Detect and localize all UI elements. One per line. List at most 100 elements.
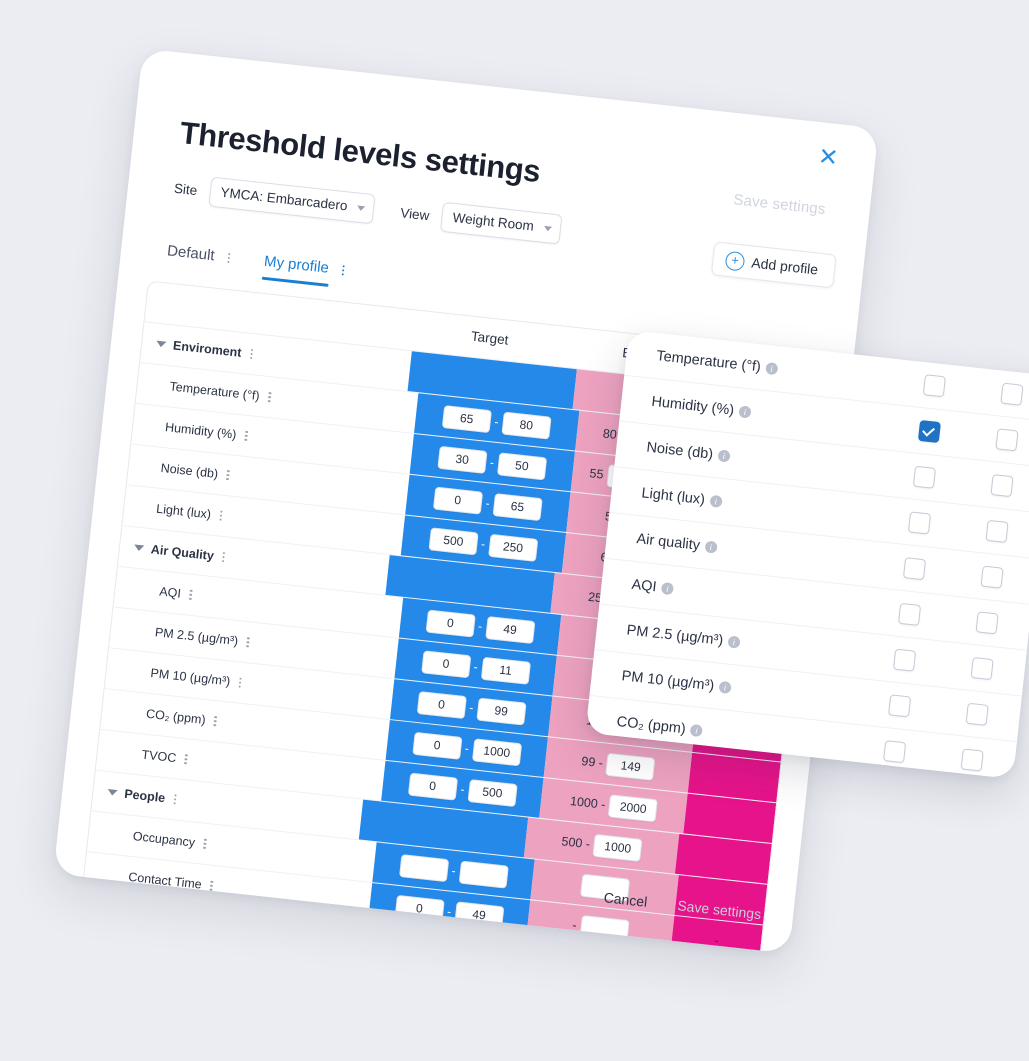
kebab-menu-icon[interactable]: [337, 263, 348, 278]
target-min-input[interactable]: [389, 935, 441, 954]
plus-circle-icon: +: [724, 250, 746, 272]
caret-down-icon[interactable]: [107, 788, 118, 797]
kebab-menu-icon[interactable]: [206, 879, 217, 894]
boundary-input[interactable]: 1000: [592, 833, 643, 862]
info-icon[interactable]: i: [765, 361, 779, 375]
target-max-input[interactable]: 99: [476, 697, 527, 726]
kebab-menu-icon[interactable]: [246, 347, 257, 362]
row-label-cell: % of Time in Dwell: [74, 934, 364, 953]
chevron-down-icon: [543, 225, 552, 232]
target-min-input[interactable]: 0: [407, 772, 458, 801]
metric-label: PM 2.5 (µg/m³): [625, 622, 724, 649]
info-icon[interactable]: i: [660, 581, 675, 595]
boundary-input[interactable]: [579, 914, 630, 943]
metric-label: Temperature (°f): [655, 347, 762, 375]
kebab-menu-icon[interactable]: [264, 390, 275, 405]
row-label: Humidity (%): [164, 420, 238, 442]
row-label: % of Time in Motion: [123, 910, 234, 937]
metric-checkbox[interactable]: [999, 382, 1024, 406]
kebab-menu-icon[interactable]: [218, 550, 229, 565]
metric-checkbox[interactable]: [975, 611, 999, 635]
metric-checkbox[interactable]: [989, 474, 1014, 498]
target-max-input[interactable]: 500: [467, 778, 518, 807]
info-icon[interactable]: i: [738, 405, 752, 419]
kebab-menu-icon[interactable]: [222, 468, 233, 483]
target-max-input[interactable]: 250: [487, 533, 539, 562]
boundary-prefix: -: [571, 918, 578, 933]
metric-label: Light (lux): [640, 484, 706, 508]
view-select[interactable]: Weight Room: [440, 201, 563, 245]
kebab-menu-icon[interactable]: [181, 752, 192, 767]
metric-checkbox[interactable]: [912, 465, 936, 489]
target-min-input[interactable]: 30: [437, 445, 488, 474]
tab-my-profile[interactable]: My profile: [263, 253, 349, 280]
kebab-menu-icon[interactable]: [199, 837, 210, 852]
target-min-input[interactable]: 0: [394, 894, 445, 923]
target-max-input[interactable]: 80: [501, 411, 552, 440]
metric-checkbox[interactable]: [882, 739, 906, 764]
target-max-input[interactable]: 1000: [471, 737, 522, 766]
kebab-menu-icon[interactable]: [210, 714, 221, 729]
site-select[interactable]: YMCA: Embarcadero: [208, 176, 376, 225]
target-max-input[interactable]: 11: [480, 656, 531, 685]
target-max-input[interactable]: [449, 941, 500, 954]
target-max-input[interactable]: 49: [484, 615, 536, 644]
metric-checkbox[interactable]: [994, 428, 1019, 452]
metric-checkbox[interactable]: [887, 694, 911, 718]
metric-checkbox[interactable]: [897, 602, 921, 626]
metric-checkbox[interactable]: [902, 557, 926, 581]
target-min-input[interactable]: 65: [441, 404, 492, 433]
metric-checkbox[interactable]: [917, 419, 941, 444]
row-label: Enviroment: [172, 338, 243, 360]
target-max-input[interactable]: [458, 860, 509, 889]
range-dash: -: [464, 741, 470, 756]
target-cell: -: [363, 923, 526, 954]
kebab-menu-icon[interactable]: [185, 588, 196, 603]
metric-checkbox[interactable]: [979, 565, 1004, 589]
kebab-menu-icon[interactable]: [241, 429, 252, 444]
target-max-input[interactable]: 65: [492, 492, 543, 521]
info-icon[interactable]: i: [718, 680, 732, 694]
metric-checkbox[interactable]: [984, 519, 1009, 543]
kebab-menu-icon[interactable]: [242, 635, 253, 650]
boundary-input[interactable]: 2000: [608, 793, 659, 822]
tab-my-profile-label: My profile: [263, 252, 330, 277]
metric-checkbox[interactable]: [960, 748, 984, 772]
cancel-button[interactable]: Cancel: [603, 889, 648, 910]
target-min-input[interactable]: 0: [425, 609, 476, 638]
info-icon[interactable]: i: [704, 540, 718, 554]
kebab-menu-icon[interactable]: [237, 923, 248, 938]
info-icon[interactable]: i: [717, 449, 731, 463]
target-min-input[interactable]: 0: [420, 649, 472, 678]
app-stage: ✕ Save settings Threshold levels setting…: [0, 0, 1029, 1061]
kebab-menu-icon[interactable]: [223, 250, 234, 265]
info-icon[interactable]: i: [727, 635, 741, 649]
close-icon[interactable]: ✕: [814, 143, 843, 173]
target-max-input[interactable]: 50: [496, 451, 547, 480]
target-min-input[interactable]: 500: [428, 526, 479, 555]
target-min-input[interactable]: 0: [412, 731, 463, 760]
caret-down-icon[interactable]: [133, 544, 145, 552]
metric-checkbox-col1: [888, 463, 960, 491]
target-min-input[interactable]: 0: [432, 486, 483, 515]
info-icon[interactable]: i: [689, 723, 704, 737]
metric-checkbox[interactable]: [892, 648, 916, 672]
range-dash: -: [480, 536, 486, 552]
metric-checkbox[interactable]: [907, 511, 931, 535]
kebab-menu-icon[interactable]: [169, 792, 180, 807]
kebab-menu-icon[interactable]: [234, 675, 245, 690]
target-min-input[interactable]: 0: [416, 690, 467, 719]
row-label: Occupancy: [132, 829, 196, 850]
metric-checkbox-col1: [863, 692, 935, 720]
target-min-input[interactable]: [398, 853, 449, 882]
add-profile-label: Add profile: [750, 254, 819, 278]
metric-checkbox[interactable]: [965, 702, 989, 726]
kebab-menu-icon[interactable]: [215, 508, 226, 523]
metric-checkbox[interactable]: [922, 374, 946, 398]
metric-checkbox[interactable]: [970, 656, 994, 681]
boundary-input[interactable]: 149: [605, 752, 656, 781]
tab-default[interactable]: Default: [166, 242, 235, 267]
caret-down-icon[interactable]: [155, 340, 167, 348]
info-icon[interactable]: i: [709, 494, 723, 508]
target-max-input[interactable]: 49: [453, 900, 505, 929]
